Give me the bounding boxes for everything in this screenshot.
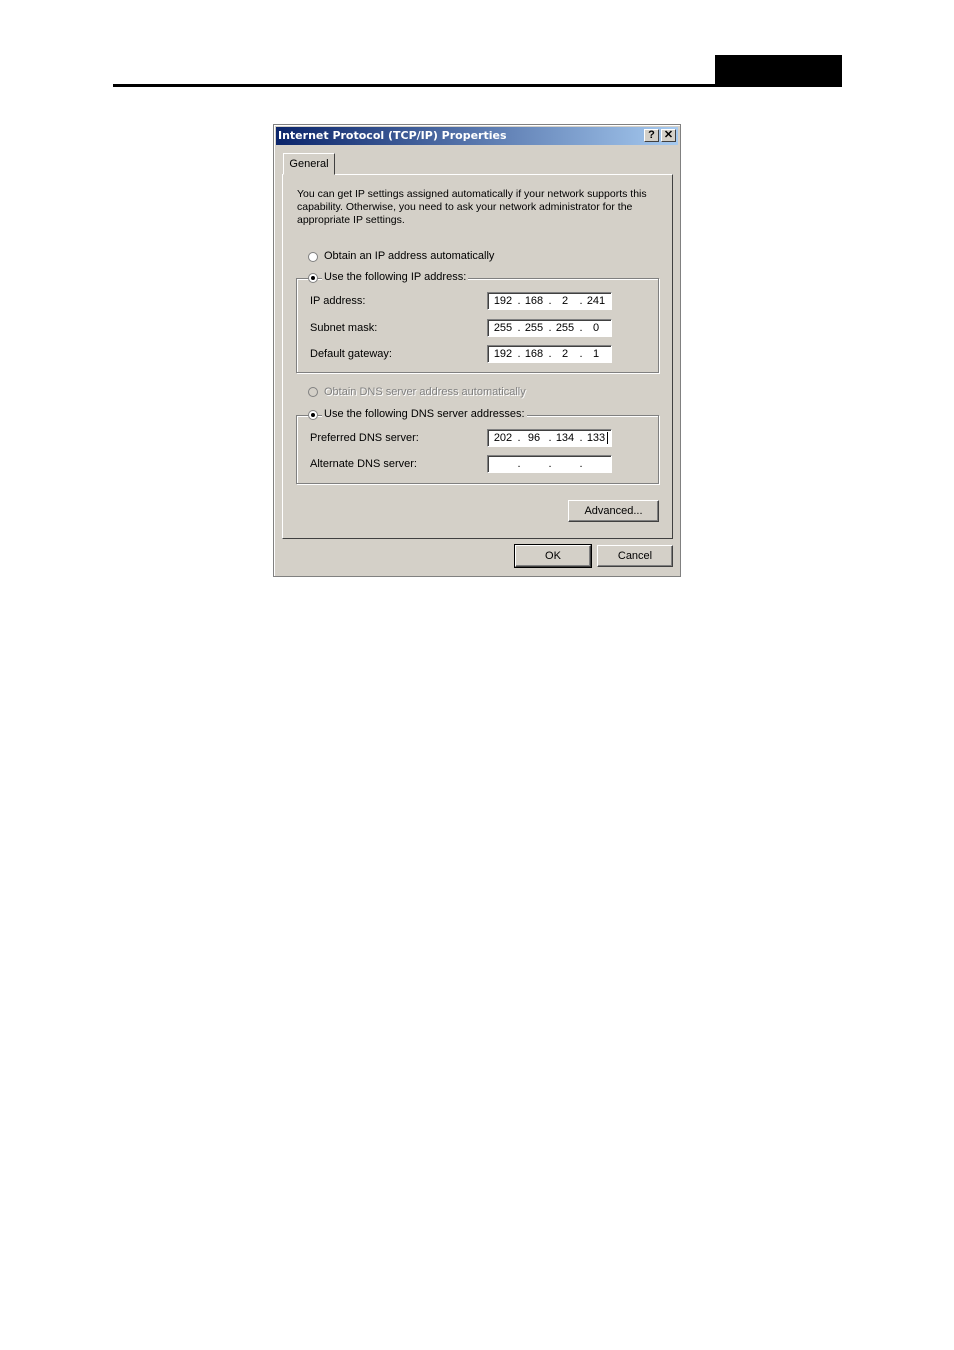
obtain-ip-auto-label[interactable]: Obtain an IP address automatically: [322, 250, 497, 262]
octet-dot: .: [517, 348, 521, 360]
dns-server-group: [296, 415, 659, 484]
octet-dot: .: [517, 322, 521, 334]
tcpip-properties-dialog: Internet Protocol (TCP/IP) Properties ? …: [273, 124, 681, 577]
octet: 0: [592, 322, 600, 334]
octet: 133: [585, 432, 608, 444]
octet-dot: .: [579, 322, 583, 334]
obtain-dns-auto-label[interactable]: Obtain DNS server address automatically: [322, 386, 528, 398]
close-button[interactable]: ✕: [661, 129, 676, 142]
cancel-button[interactable]: Cancel: [597, 545, 673, 567]
octet: 255: [555, 322, 575, 334]
octet: 134: [555, 432, 575, 444]
octet-dot: .: [548, 432, 552, 444]
alternate-dns-label: Alternate DNS server:: [310, 458, 417, 470]
advanced-button[interactable]: Advanced...: [568, 500, 659, 522]
octet: 168: [524, 348, 544, 360]
page-header-rule: [113, 84, 842, 87]
alternate-dns-field[interactable]: . . .: [487, 455, 612, 473]
subnet-mask-field[interactable]: 255. 255. 255. 0: [487, 319, 612, 337]
octet: 2: [561, 348, 569, 360]
use-following-ip-radio[interactable]: [308, 273, 318, 283]
octet-dot: .: [579, 432, 583, 444]
octet-dot: .: [548, 348, 552, 360]
octet-dot: .: [548, 458, 552, 470]
obtain-ip-auto-radio[interactable]: [308, 252, 318, 262]
use-following-dns-radio[interactable]: [308, 410, 318, 420]
window-title: Internet Protocol (TCP/IP) Properties: [278, 129, 507, 142]
subnet-mask-label: Subnet mask:: [310, 322, 378, 334]
use-following-dns-label[interactable]: Use the following DNS server addresses:: [322, 408, 527, 420]
description-text: You can get IP settings assigned automat…: [297, 188, 647, 226]
octet-dot: .: [548, 295, 552, 307]
use-following-ip-label[interactable]: Use the following IP address:: [322, 271, 469, 283]
octet: 192: [493, 295, 513, 307]
ok-button[interactable]: OK: [514, 544, 592, 568]
page-header-block: [715, 55, 842, 87]
octet-dot: .: [517, 432, 521, 444]
default-gateway-label: Default gateway:: [310, 348, 392, 360]
octet-dot: .: [517, 295, 521, 307]
octet: 96: [527, 432, 541, 444]
octet-dot: .: [579, 348, 583, 360]
octet: 255: [493, 322, 513, 334]
help-button[interactable]: ?: [644, 129, 659, 142]
octet-dot: .: [548, 322, 552, 334]
octet: 192: [493, 348, 513, 360]
octet: 255: [524, 322, 544, 334]
octet: 241: [586, 295, 606, 307]
preferred-dns-field[interactable]: 202. 96. 134. 133: [487, 429, 612, 447]
octet-dot: .: [579, 295, 583, 307]
title-bar[interactable]: Internet Protocol (TCP/IP) Properties ? …: [276, 127, 678, 145]
octet-dot: .: [517, 458, 521, 470]
octet-dot: .: [579, 458, 583, 470]
ip-address-field[interactable]: 192. 168. 2. 241: [487, 292, 612, 310]
tab-general[interactable]: General: [283, 153, 335, 175]
preferred-dns-label: Preferred DNS server:: [310, 432, 419, 444]
default-gateway-field[interactable]: 192. 168. 2. 1: [487, 345, 612, 363]
octet: 168: [524, 295, 544, 307]
obtain-dns-auto-radio[interactable]: [308, 387, 318, 397]
octet: 2: [561, 295, 569, 307]
octet: 1: [592, 348, 600, 360]
octet: 202: [493, 432, 513, 444]
ip-address-label: IP address:: [310, 295, 366, 307]
